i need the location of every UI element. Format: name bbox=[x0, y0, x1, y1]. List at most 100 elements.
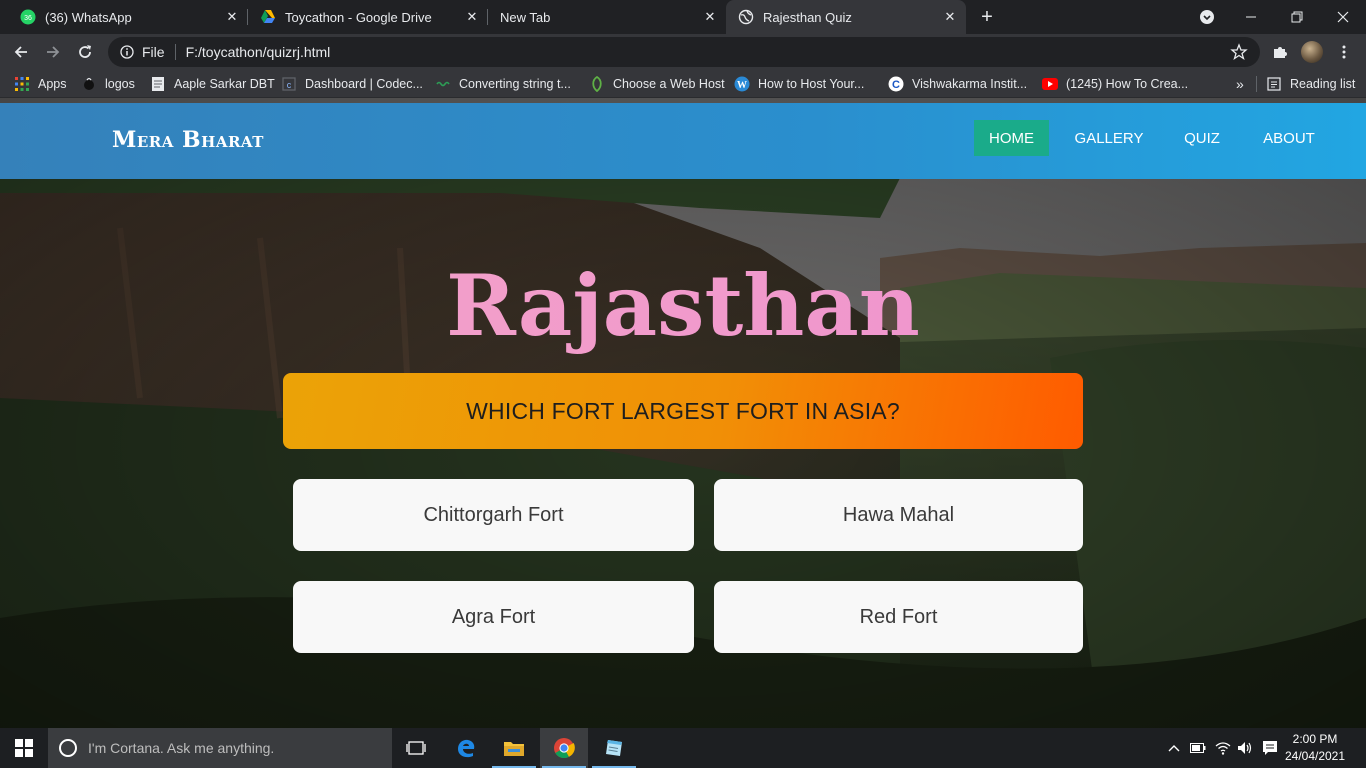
bookmark-vishwakarma[interactable]: C Vishwakarma Instit... bbox=[888, 70, 1027, 98]
new-tab-button[interactable]: + bbox=[976, 6, 998, 28]
show-hidden-icons-button[interactable] bbox=[1164, 728, 1184, 768]
answer-option-4[interactable]: Red Fort bbox=[714, 581, 1083, 653]
close-tab-icon[interactable]: ✕ bbox=[224, 9, 240, 25]
cortana-search-box[interactable]: I'm Cortana. Ask me anything. bbox=[48, 728, 392, 768]
task-view-icon bbox=[406, 741, 426, 755]
speaker-icon bbox=[1238, 742, 1252, 754]
question-text: WHICH FORT LARGEST FORT IN ASIA? bbox=[466, 397, 900, 424]
close-tab-icon[interactable]: ✕ bbox=[464, 9, 480, 25]
web-page: Mera Bharat HOME GALLERY QUIZ ABOUT Raja… bbox=[0, 98, 1366, 728]
windows-logo-icon bbox=[15, 739, 33, 757]
nav-gallery[interactable]: GALLERY bbox=[1064, 120, 1154, 156]
nav-home[interactable]: HOME bbox=[974, 120, 1049, 156]
bookmark-converting-string[interactable]: Converting string t... bbox=[435, 70, 571, 98]
volume-button[interactable] bbox=[1234, 728, 1256, 768]
notification-icon bbox=[1263, 741, 1277, 755]
arrow-left-icon bbox=[14, 46, 27, 58]
quiz-question: WHICH FORT LARGEST FORT IN ASIA? bbox=[283, 373, 1083, 449]
answer-option-1[interactable]: Chittorgarh Fort bbox=[293, 479, 694, 551]
reading-list-button[interactable]: Reading list bbox=[1266, 70, 1355, 98]
chrome-taskbar-button[interactable] bbox=[540, 728, 588, 768]
nav-quiz[interactable]: QUIZ bbox=[1170, 120, 1234, 156]
bookmarks-overflow-button[interactable]: » bbox=[1236, 70, 1244, 98]
notepad-icon bbox=[606, 740, 622, 756]
info-icon[interactable] bbox=[120, 45, 134, 59]
browser-toolbar: File F:/toycathon/quizrj.html bbox=[0, 34, 1366, 70]
bookmark-dashboard-codec[interactable]: c Dashboard | Codec... bbox=[281, 70, 423, 98]
file-explorer-taskbar-button[interactable] bbox=[490, 728, 538, 768]
bookmark-youtube[interactable]: (1245) How To Crea... bbox=[1042, 70, 1188, 98]
taskbar-clock[interactable]: 2:00 PM 24/04/2021 bbox=[1284, 731, 1346, 765]
close-tab-icon[interactable]: ✕ bbox=[702, 9, 718, 25]
tab-search-button[interactable] bbox=[1184, 0, 1230, 34]
bookmark-how-to-host[interactable]: W How to Host Your... bbox=[734, 70, 864, 98]
tab-rajesthan-quiz[interactable]: Rajesthan Quiz ✕ bbox=[726, 0, 966, 34]
tab-title: Rajesthan Quiz bbox=[763, 9, 852, 25]
tab-title: (36) WhatsApp bbox=[45, 9, 132, 25]
answer-option-2[interactable]: Hawa Mahal bbox=[714, 479, 1083, 551]
puzzle-icon bbox=[1274, 47, 1287, 58]
minimize-button[interactable] bbox=[1228, 0, 1274, 34]
start-button[interactable] bbox=[0, 728, 48, 768]
wifi-icon bbox=[1215, 742, 1231, 755]
address-url[interactable]: F:/toycathon/quizrj.html bbox=[186, 44, 331, 60]
folder-icon bbox=[504, 742, 524, 756]
search-placeholder: I'm Cortana. Ask me anything. bbox=[88, 740, 275, 756]
c-logo-icon: C bbox=[888, 76, 904, 92]
edge-taskbar-button[interactable] bbox=[442, 728, 490, 768]
reading-list-label: Reading list bbox=[1290, 77, 1356, 91]
restore-button[interactable] bbox=[1274, 0, 1320, 34]
globe-icon bbox=[738, 9, 754, 25]
close-window-button[interactable] bbox=[1320, 0, 1366, 34]
notepad-taskbar-button[interactable] bbox=[590, 728, 638, 768]
action-center-button[interactable] bbox=[1258, 728, 1282, 768]
chevron-up-icon bbox=[1168, 745, 1180, 752]
reading-list-icon bbox=[1266, 76, 1282, 92]
tab-whatsapp[interactable]: 36 (36) WhatsApp ✕ bbox=[8, 0, 248, 34]
forward-button[interactable] bbox=[40, 39, 66, 65]
tab-title: Toycathon - Google Drive bbox=[285, 9, 432, 25]
tab-google-drive[interactable]: Toycathon - Google Drive ✕ bbox=[248, 0, 488, 34]
bookmark-label: Converting string t... bbox=[459, 77, 571, 91]
answer-option-3[interactable]: Agra Fort bbox=[293, 581, 694, 653]
bookmark-label: logos bbox=[105, 77, 135, 91]
menu-button[interactable] bbox=[1332, 40, 1356, 64]
restore-icon bbox=[1291, 11, 1303, 23]
tab-title: New Tab bbox=[500, 9, 551, 25]
bookmark-aaple-sarkar[interactable]: Aaple Sarkar DBT bbox=[150, 70, 275, 98]
bookmark-label: How to Host Your... bbox=[758, 77, 865, 91]
avatar bbox=[1301, 41, 1323, 63]
cortana-icon bbox=[59, 739, 77, 757]
tab-new-tab[interactable]: New Tab ✕ bbox=[488, 0, 726, 34]
code-icon bbox=[435, 76, 451, 92]
bookmark-label: Vishwakarma Instit... bbox=[912, 77, 1028, 91]
document-icon bbox=[150, 76, 166, 92]
brand-logo[interactable]: Mera Bharat bbox=[112, 127, 264, 153]
bookmark-apps[interactable]: Apps bbox=[14, 70, 67, 98]
chevron-down-icon bbox=[1200, 10, 1214, 24]
network-button[interactable] bbox=[1212, 728, 1234, 768]
codec-icon: c bbox=[281, 76, 297, 92]
nav-about[interactable]: ABOUT bbox=[1250, 120, 1328, 156]
clock-time: 2:00 PM bbox=[1292, 732, 1338, 746]
back-button[interactable] bbox=[8, 39, 34, 65]
profile-button[interactable] bbox=[1300, 40, 1324, 64]
battery-icon bbox=[1190, 743, 1206, 753]
google-drive-icon bbox=[260, 9, 276, 25]
extensions-button[interactable] bbox=[1268, 40, 1292, 64]
task-view-button[interactable] bbox=[392, 728, 440, 768]
bookmark-logos[interactable]: logos bbox=[81, 70, 135, 98]
bookmark-label: Apps bbox=[38, 77, 67, 91]
reload-button[interactable] bbox=[72, 39, 98, 65]
address-bar[interactable]: File F:/toycathon/quizrj.html bbox=[108, 37, 1260, 67]
battery-button[interactable] bbox=[1188, 728, 1208, 768]
bookmark-star-icon[interactable] bbox=[1230, 43, 1248, 61]
bookmarks-bar: Apps logos Aaple Sarkar DBT c Dashboard … bbox=[0, 70, 1366, 98]
bookmark-choose-web-host[interactable]: Choose a Web Host bbox=[589, 70, 725, 98]
svg-text:36: 36 bbox=[24, 15, 32, 22]
svg-text:W: W bbox=[737, 80, 747, 91]
chrome-icon bbox=[554, 738, 575, 759]
svg-text:c: c bbox=[287, 80, 292, 90]
leaf-icon bbox=[589, 76, 605, 92]
close-tab-icon[interactable]: ✕ bbox=[942, 9, 958, 25]
